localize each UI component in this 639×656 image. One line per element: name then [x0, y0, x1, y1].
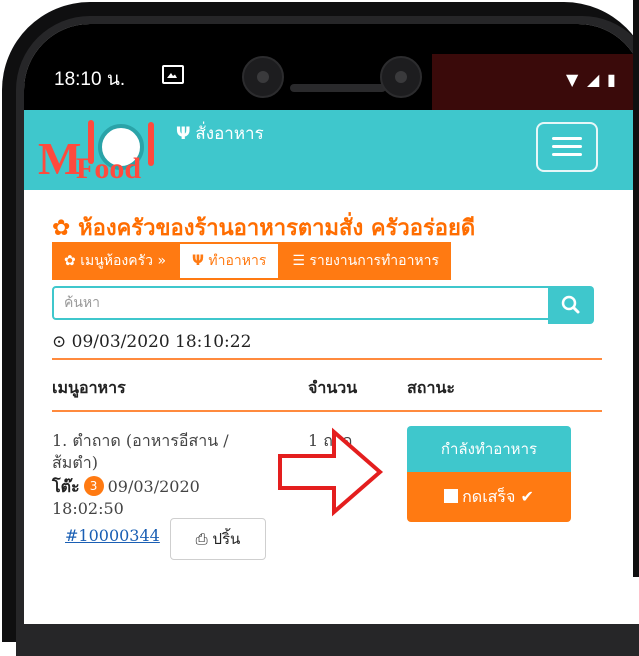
front-sensor-icon — [380, 56, 422, 98]
page-title: ✿ ห้องครัวของร้านอาหารตามสั่ง ครัวอร่อยด… — [52, 210, 475, 245]
hamburger-bar — [552, 137, 582, 140]
current-timestamp: ⊙ 09/03/2020 18:10:22 — [52, 332, 251, 352]
order-date: 09/03/2020 — [107, 477, 200, 496]
divider — [52, 358, 602, 360]
cooking-status-badge: กำลังทำอาหาร — [407, 426, 571, 472]
tab-cooking-report[interactable]: ☰ รายงานการทำอาหาร — [280, 242, 452, 280]
utensils-icon: Ψ — [192, 253, 204, 269]
header-status: สถานะ — [407, 378, 455, 397]
menu-toggle-button[interactable] — [536, 122, 598, 172]
nav-order-label: สั่งอาหาร — [195, 124, 264, 144]
status-time: 18:10 น. — [54, 69, 126, 90]
wifi-icon: ▼ — [566, 70, 579, 89]
checkbox-icon — [444, 489, 459, 503]
front-camera-icon — [242, 56, 284, 98]
header-quantity: จำนวน — [308, 378, 358, 397]
logo-knife-icon — [148, 122, 154, 166]
gear-icon: ✿ — [52, 216, 71, 241]
menu-item-name-line2: ส้มตำ) — [52, 453, 98, 472]
status-cell: กำลังทำอาหาร กดเสร็จ ✔ — [407, 426, 571, 522]
clock-icon: ⊙ — [52, 332, 67, 352]
nav-order-link[interactable]: Ψ สั่งอาหาร — [176, 120, 264, 147]
table-label: โต๊ะ — [52, 477, 80, 496]
timestamp-text: 09/03/2020 18:10:22 — [71, 332, 252, 352]
utensils-icon: Ψ — [176, 124, 191, 144]
logo-letter: M — [38, 133, 82, 184]
gear-icon: ✿ — [64, 253, 76, 269]
tab-label: ทำอาหาร — [208, 253, 267, 269]
earpiece-speaker — [290, 84, 386, 92]
menu-item-cell: 1. ตำถาด (อาหารอีสาน / ส้มตำ) โต๊ะ 3 09/03… — [52, 430, 302, 520]
order-table-info: โต๊ะ 3 09/03/2020 — [52, 476, 302, 498]
phone-edge — [633, 0, 639, 577]
printer-icon: ⎙ — [195, 530, 208, 548]
order-id-link[interactable]: #10000344 — [65, 526, 160, 545]
search-bar — [52, 286, 598, 324]
tab-label: รายงานการทำอาหาร — [309, 253, 440, 269]
search-input[interactable] — [52, 286, 550, 320]
hamburger-bar — [552, 145, 582, 148]
print-button[interactable]: ⎙ ปริ้น — [170, 518, 266, 560]
menu-item-name-line1: 1. ตำถาด (อาหารอีสาน / — [52, 431, 229, 450]
logo-word: Food — [76, 152, 142, 185]
order-time: 18:02:50 — [52, 499, 124, 518]
search-button[interactable] — [548, 286, 594, 324]
page-title-text: ห้องครัวของร้านอาหารตามสั่ง ครัวอร่อยดี — [78, 216, 476, 241]
image-notification-icon — [162, 65, 184, 84]
kitchen-tabs: ✿ เมนูห้องครัว » Ψ ทำอาหาร ☰ รายงานการทำ… — [52, 242, 452, 280]
tab-cooking[interactable]: Ψ ทำอาหาร — [178, 242, 281, 280]
header-menu: เมนูอาหาร — [52, 378, 126, 397]
cell-signal-icon: ◢ — [587, 70, 600, 89]
tab-kitchen-menu[interactable]: ✿ เมนูห้องครัว » — [52, 242, 179, 280]
done-label: กดเสร็จ — [462, 487, 516, 506]
battery-icon: ▮ — [607, 70, 616, 89]
divider — [52, 410, 602, 412]
check-icon: ✔ — [520, 487, 534, 506]
hamburger-bar — [552, 153, 582, 156]
mark-done-button[interactable]: กดเสร็จ ✔ — [407, 472, 571, 522]
search-icon — [561, 295, 580, 314]
list-icon: ☰ — [292, 253, 305, 269]
tab-label: เมนูห้องครัว » — [80, 253, 167, 269]
status-bar: 18:10 น. ▼ ◢ ▮ — [24, 24, 639, 110]
table-number-badge: 3 — [83, 476, 104, 496]
print-label: ปริ้น — [212, 530, 241, 548]
red-arrow-annotation — [278, 427, 384, 517]
top-navbar: M Food Ψ สั่งอาหาร — [24, 110, 639, 190]
